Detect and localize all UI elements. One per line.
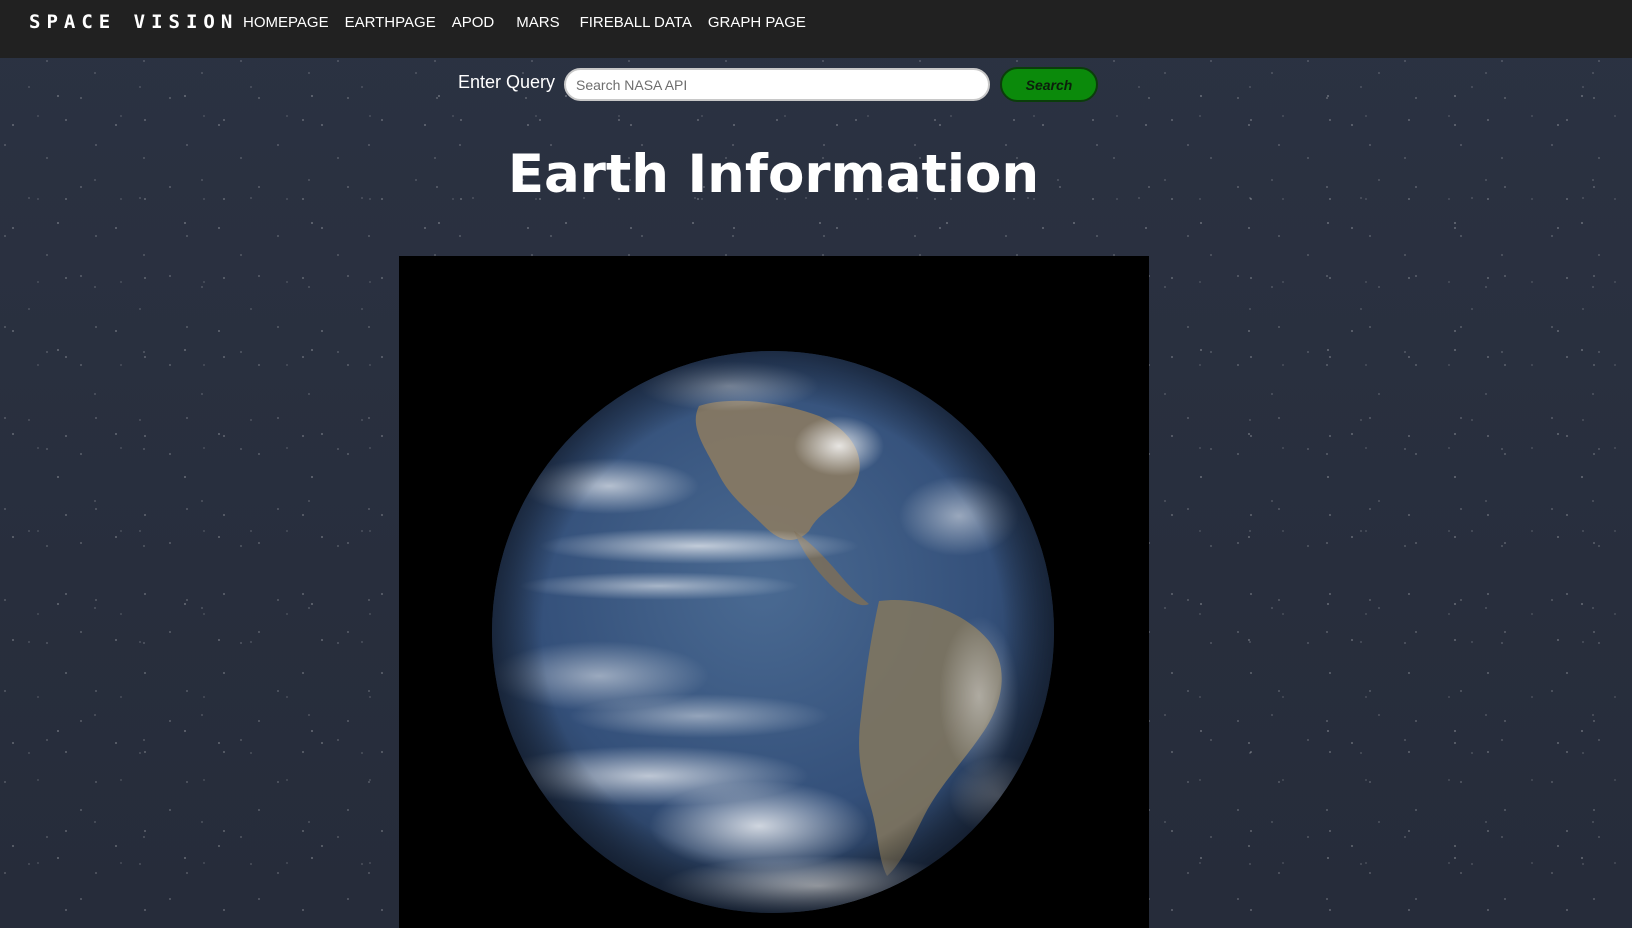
brand-logo[interactable]: SPACE VISION [29, 11, 238, 33]
nav-item-mars[interactable]: MARS [516, 14, 559, 31]
nav-item-fireball-data[interactable]: FIREBALL DATA [580, 14, 692, 31]
nav-item-homepage[interactable]: HOMEPAGE [243, 14, 329, 31]
search-input[interactable] [564, 68, 990, 101]
earth-globe-graphic [492, 351, 1054, 913]
page-title: Earth Information [507, 144, 1040, 205]
top-navbar: SPACE VISION HOMEPAGE EARTHPAGE APOD MAR… [0, 0, 1632, 58]
nav-item-apod[interactable]: APOD [452, 14, 495, 31]
earth-image [399, 256, 1149, 928]
nav-item-earthpage[interactable]: EARTHPAGE [345, 14, 436, 31]
search-label: Enter Query [458, 72, 556, 92]
nav-item-graph-page[interactable]: GRAPH PAGE [708, 14, 806, 31]
main-nav: HOMEPAGE EARTHPAGE APOD MARS FIREBALL DA… [243, 14, 822, 31]
search-button[interactable]: Search [1000, 67, 1098, 102]
search-bar: Enter Query Search [0, 67, 1632, 103]
